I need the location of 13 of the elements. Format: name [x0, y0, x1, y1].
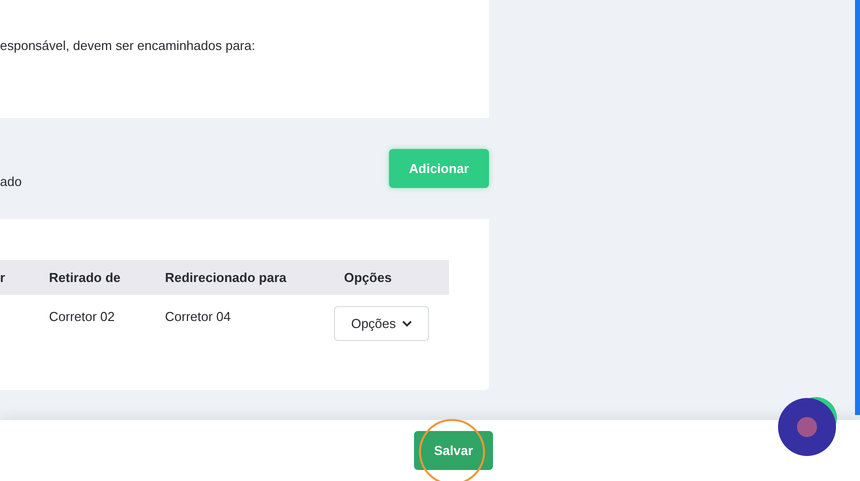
options-dropdown[interactable]: Opções	[334, 306, 429, 341]
section-label: ado	[0, 172, 22, 191]
instruction-text: esponsável, devem ser encaminhados para:	[0, 38, 256, 53]
add-button[interactable]: Adicionar	[389, 149, 489, 188]
chevron-down-icon	[402, 320, 412, 327]
save-button[interactable]: Salvar	[414, 431, 493, 470]
column-header: Opções	[344, 268, 393, 287]
table-cell: Corretor 04	[165, 309, 231, 324]
chat-bubble-icon[interactable]	[778, 396, 840, 458]
table-cell: Corretor 02	[49, 309, 115, 324]
column-header: Retirado de	[49, 268, 122, 287]
column-header: Redirecionado para	[165, 268, 288, 287]
column-header: r	[0, 268, 6, 287]
